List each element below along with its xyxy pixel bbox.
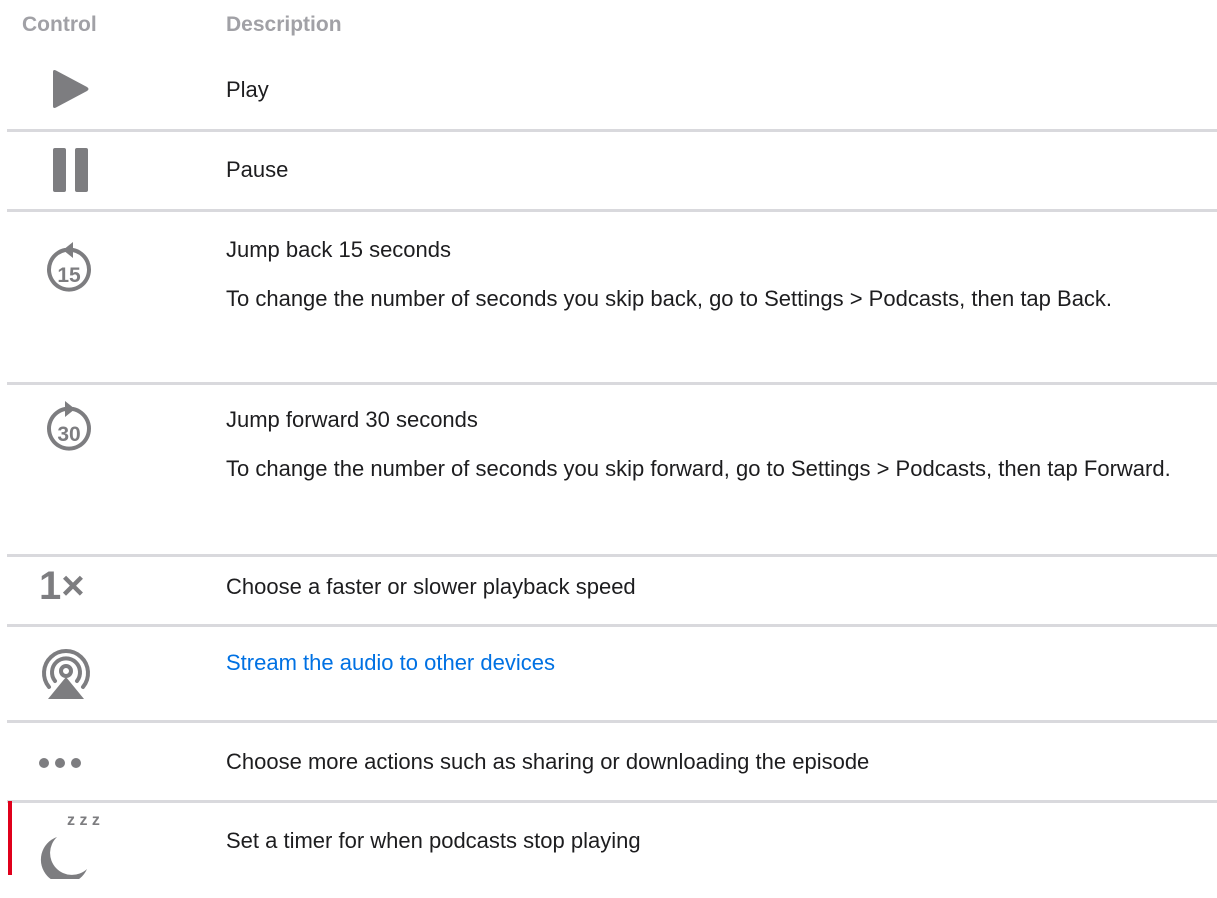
jump-back-15-icon: 15 bbox=[7, 212, 137, 292]
header-description: Description bbox=[226, 13, 342, 36]
table-row: Play bbox=[7, 52, 1217, 132]
highlight-marker bbox=[8, 801, 12, 875]
play-icon bbox=[7, 52, 137, 132]
table-row: 1× Choose a faster or slower playback sp… bbox=[7, 557, 1217, 627]
table-row: Choose more actions such as sharing or d… bbox=[7, 723, 1217, 803]
table-row: 15 Jump back 15 seconds To change the nu… bbox=[7, 212, 1217, 385]
stream-audio-link[interactable]: Stream the audio to other devices bbox=[226, 645, 1211, 680]
table-row: Pause bbox=[7, 132, 1217, 212]
controls-table: Control Description Play Pause 15 Jump b… bbox=[0, 0, 1217, 879]
more-actions-icon bbox=[7, 723, 137, 803]
table-row: 30 Jump forward 30 seconds To change the… bbox=[7, 385, 1217, 557]
row-description: Set a timer for when podcasts stop playi… bbox=[226, 828, 641, 853]
row-description: Pause bbox=[226, 157, 289, 182]
playback-speed-label: 1× bbox=[39, 566, 85, 606]
row-description: Jump back 15 seconds bbox=[226, 237, 452, 262]
header-control: Control bbox=[22, 13, 97, 36]
sleep-timer-z-label: z z z bbox=[67, 812, 100, 829]
sleep-timer-icon: z z z bbox=[7, 803, 137, 883]
jump-forward-30-icon: 30 bbox=[7, 385, 137, 465]
row-note: To change the number of seconds you skip… bbox=[226, 286, 1113, 311]
row-note: To change the number of seconds you skip… bbox=[226, 456, 1171, 481]
row-description: Play bbox=[226, 77, 269, 102]
table-header: Control Description bbox=[0, 0, 1217, 52]
playback-speed-icon: 1× bbox=[7, 557, 137, 637]
row-description: Choose more actions such as sharing or d… bbox=[226, 749, 870, 774]
row-description: Jump forward 30 seconds bbox=[226, 407, 478, 432]
jump-back-15-label: 15 bbox=[57, 264, 81, 287]
table-row: Stream the audio to other devices bbox=[7, 627, 1217, 723]
jump-forward-30-label: 30 bbox=[57, 423, 80, 446]
table-row: z z z Set a timer for when podcasts stop… bbox=[7, 803, 1217, 893]
airplay-audio-icon bbox=[7, 627, 137, 707]
pause-icon bbox=[7, 132, 137, 212]
row-description: Choose a faster or slower playback speed bbox=[226, 574, 636, 599]
